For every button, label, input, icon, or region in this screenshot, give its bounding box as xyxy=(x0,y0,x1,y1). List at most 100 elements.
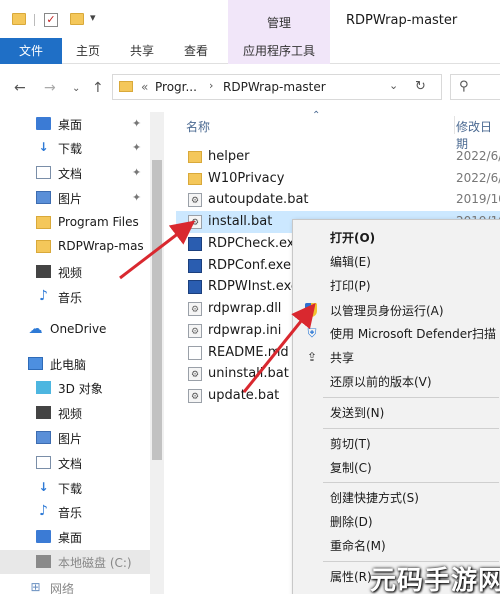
column-separator[interactable] xyxy=(454,116,455,134)
menu-item-label: 共享 xyxy=(330,351,355,365)
pin-icon[interactable]: ✦ xyxy=(132,141,141,154)
sidebar-item-pictures[interactable]: 图片 xyxy=(0,426,150,450)
sidebar-item-label: 文档 xyxy=(58,457,83,471)
menu-item-run-as-admin[interactable]: 以管理员身份运行(A) xyxy=(293,298,500,322)
exe-icon xyxy=(188,280,202,294)
file-name: rdpwrap.dll xyxy=(208,301,282,316)
menu-item-edit[interactable]: 编辑(E) xyxy=(293,249,500,273)
new-folder-icon[interactable] xyxy=(70,13,84,25)
videos-icon xyxy=(36,265,51,278)
recent-chevron-down-icon[interactable]: ⌄ xyxy=(72,83,80,94)
menu-item-delete[interactable]: 删除(D) xyxy=(293,509,500,533)
file-name: rdpwrap.ini xyxy=(208,323,282,338)
menu-item-create-shortcut[interactable]: 创建快捷方式(S) xyxy=(293,485,500,509)
tab-app-tools[interactable]: 应用程序工具 xyxy=(228,38,330,64)
menu-item-copy[interactable]: 复制(C) xyxy=(293,455,500,479)
file-row[interactable]: helper 2022/6/ xyxy=(176,146,500,168)
sidebar-item-label: 图片 xyxy=(58,432,83,446)
menu-item-send-to[interactable]: 发送到(N) xyxy=(293,400,500,424)
column-header-name[interactable]: 名称 xyxy=(186,118,210,135)
this-pc-icon xyxy=(28,357,43,370)
menu-item-restore-versions[interactable]: 还原以前的版本(V) xyxy=(293,369,500,393)
file-name: RDPConf.exe xyxy=(208,258,291,273)
breadcrumb-overflow[interactable]: « xyxy=(141,80,148,94)
chevron-down-icon[interactable]: ⌄ xyxy=(389,79,398,92)
tab-file[interactable]: 文件 xyxy=(0,38,62,64)
menu-item-rename[interactable]: 重命名(M) xyxy=(293,533,500,557)
music-icon: ♪ xyxy=(39,503,48,519)
refresh-icon[interactable]: ↻ xyxy=(415,79,426,94)
videos-icon xyxy=(36,406,51,419)
sidebar-item-downloads[interactable]: ↓ 下载 xyxy=(0,476,150,500)
window-title: RDPWrap-master xyxy=(346,13,458,28)
sidebar-item-rdpwrap[interactable]: RDPWrap-mas xyxy=(0,235,150,259)
sidebar-item-downloads[interactable]: ↓ 下载 ✦ xyxy=(0,136,150,160)
share-icon: ⇪ xyxy=(306,350,318,364)
sidebar-item-network[interactable]: ⊞ 网络 xyxy=(0,576,150,594)
shield-icon xyxy=(305,303,317,317)
exe-icon xyxy=(188,237,202,251)
menu-item-label: 打印(P) xyxy=(330,279,371,293)
breadcrumb-rdpwrap[interactable]: RDPWrap-master xyxy=(223,80,326,94)
breadcrumb-program-files[interactable]: Progr... xyxy=(155,80,197,94)
menu-item-cut[interactable]: 剪切(T) xyxy=(293,431,500,455)
3d-objects-icon xyxy=(36,381,51,394)
menu-item-label: 重命名(M) xyxy=(330,539,386,553)
properties-check-icon[interactable]: ✓ xyxy=(44,13,58,27)
desktop-icon xyxy=(36,530,51,543)
sidebar-item-videos[interactable]: 视频 xyxy=(0,260,150,284)
sidebar-item-documents[interactable]: 文档 ✦ xyxy=(0,161,150,185)
up-arrow-icon[interactable]: ↑ xyxy=(92,80,104,96)
pin-icon[interactable]: ✦ xyxy=(132,117,141,130)
pin-icon[interactable]: ✦ xyxy=(132,166,141,179)
menu-item-label: 复制(C) xyxy=(330,461,372,475)
sidebar-item-label: 桌面 xyxy=(58,118,83,132)
chevron-right-icon[interactable]: › xyxy=(209,79,213,92)
search-input[interactable]: ⚲ xyxy=(450,74,500,100)
sidebar-item-3d-objects[interactable]: 3D 对象 xyxy=(0,376,150,400)
sidebar-item-videos[interactable]: 视频 xyxy=(0,401,150,425)
forward-arrow-icon[interactable]: → xyxy=(44,80,56,96)
menu-separator xyxy=(323,482,499,483)
documents-icon xyxy=(36,456,51,469)
manage-tab-label[interactable]: 管理 xyxy=(228,14,330,31)
sidebar-item-label: 网络 xyxy=(50,582,75,594)
sidebar-item-program-files[interactable]: Program Files xyxy=(0,211,150,235)
sidebar-item-onedrive[interactable]: ☁ OneDrive xyxy=(0,318,150,342)
file-name: RDPWInst.exe xyxy=(208,279,299,294)
tab-share[interactable]: 共享 xyxy=(120,38,164,64)
sidebar-item-label: 此电脑 xyxy=(50,358,87,372)
sidebar-item-local-disk[interactable]: 本地磁盘 (C:) xyxy=(0,550,150,574)
sidebar-item-label: 下载 xyxy=(58,142,83,156)
back-arrow-icon[interactable]: ← xyxy=(14,80,26,96)
sidebar-item-music[interactable]: ♪ 音乐 xyxy=(0,285,150,309)
tab-view[interactable]: 查看 xyxy=(174,38,218,64)
sidebar-item-desktop[interactable]: 桌面 ✦ xyxy=(0,112,150,136)
file-row[interactable]: ⚙ autoupdate.bat 2019/10 xyxy=(176,189,500,211)
address-field[interactable]: « Progr... › RDPWrap-master ⌄ ↻ xyxy=(112,74,442,100)
sidebar-item-label: 视频 xyxy=(58,407,83,421)
menu-item-share[interactable]: ⇪ 共享 xyxy=(293,345,500,369)
scrollbar-thumb[interactable] xyxy=(152,160,162,460)
file-row[interactable]: W10Privacy 2022/6/ xyxy=(176,168,500,190)
menu-item-print[interactable]: 打印(P) xyxy=(293,273,500,297)
sidebar-item-music[interactable]: ♪ 音乐 xyxy=(0,500,150,524)
file-name: RDPCheck.exe xyxy=(208,236,303,251)
menu-item-label: 打开(O) xyxy=(330,231,376,245)
tab-home[interactable]: 主页 xyxy=(66,38,110,64)
sidebar-item-this-pc[interactable]: 此电脑 xyxy=(0,352,150,376)
pin-icon[interactable]: ✦ xyxy=(132,191,141,204)
menu-item-open[interactable]: 打开(O) xyxy=(293,225,500,249)
menu-item-label: 以管理员身份运行(A) xyxy=(330,304,444,318)
menu-item-label: 编辑(E) xyxy=(330,255,371,269)
ini-icon: ⚙ xyxy=(188,324,202,338)
navigation-scrollbar[interactable] xyxy=(150,112,164,594)
sidebar-item-pictures[interactable]: 图片 ✦ xyxy=(0,186,150,210)
customize-toolbar-icon[interactable]: ▾ xyxy=(90,11,96,24)
folder-icon xyxy=(12,13,26,25)
navigation-pane: 桌面 ✦ ↓ 下载 ✦ 文档 ✦ 图片 ✦ Program Files RDPW… xyxy=(0,112,150,594)
menu-item-defender-scan[interactable]: ⛨ 使用 Microsoft Defender扫描 xyxy=(293,321,500,345)
sidebar-item-documents[interactable]: 文档 xyxy=(0,451,150,475)
sidebar-item-desktop[interactable]: 桌面 xyxy=(0,525,150,549)
sidebar-item-label: 桌面 xyxy=(58,531,83,545)
